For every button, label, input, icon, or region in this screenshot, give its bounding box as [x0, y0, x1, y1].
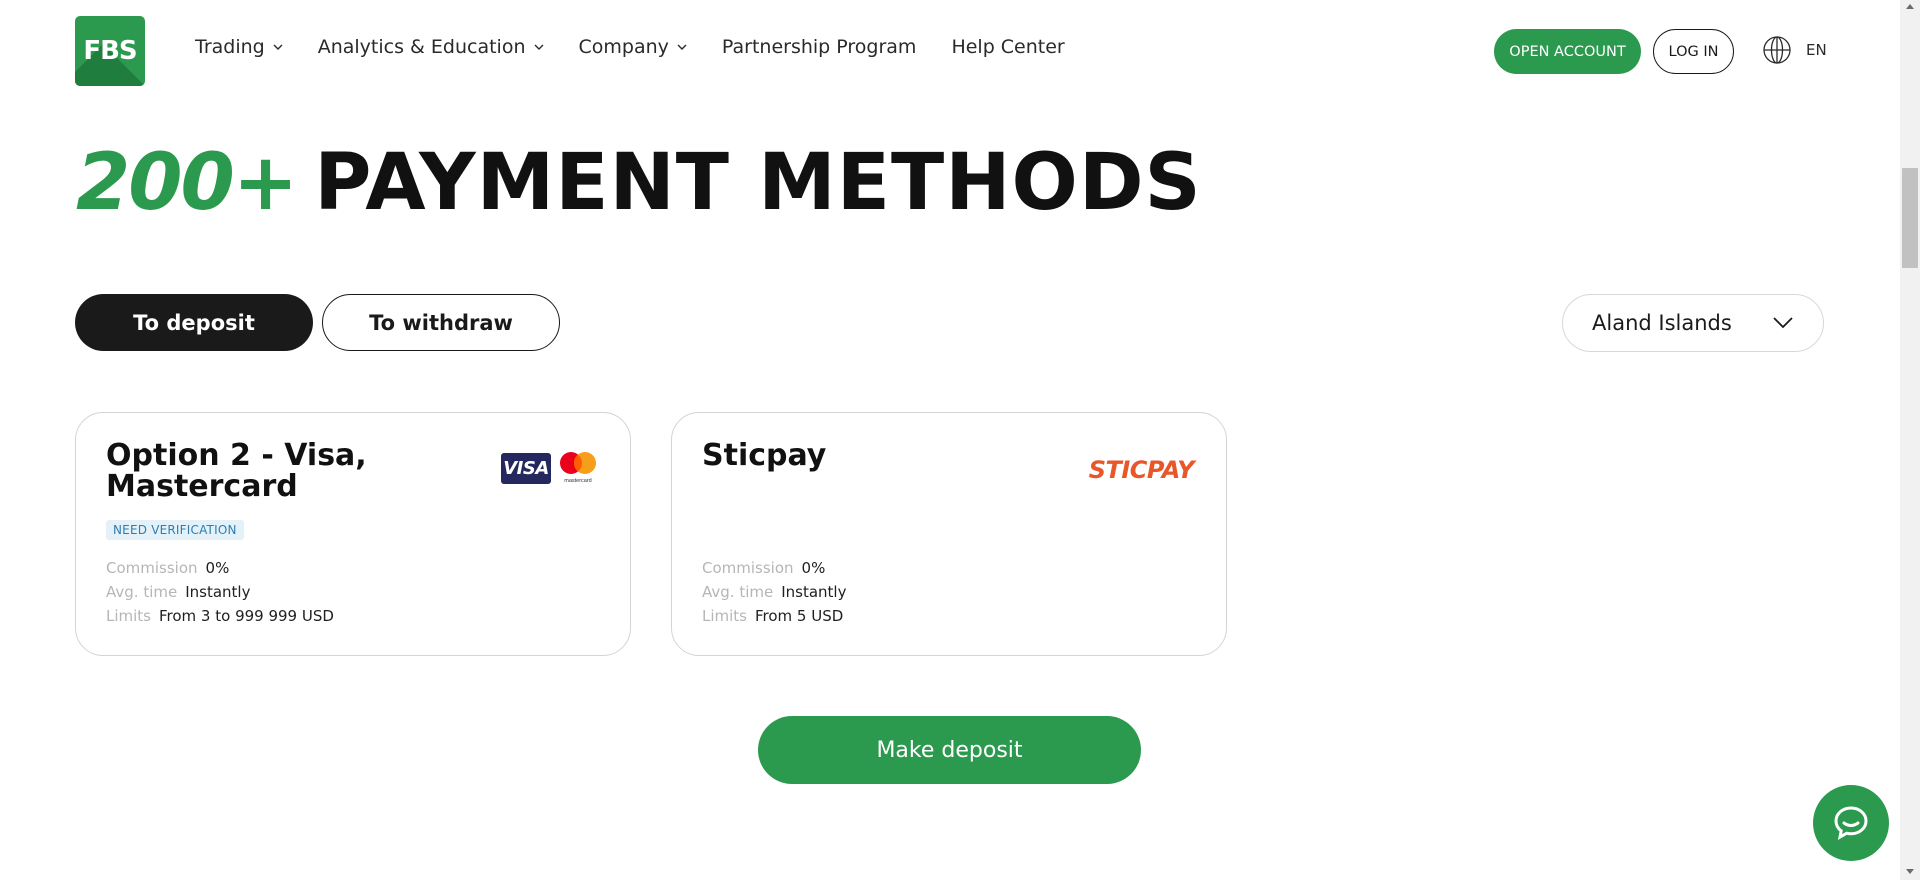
limits-label: Limits [702, 607, 747, 625]
commission-row: Commission 0% [702, 556, 846, 580]
nav-item-company[interactable]: Company [579, 36, 687, 58]
title-accent: 200+ [76, 138, 298, 228]
limits-label: Limits [106, 607, 151, 625]
nav-item-label: Help Center [951, 36, 1065, 58]
nav-item-label: Company [578, 36, 669, 58]
chevron-down-icon [273, 44, 283, 50]
limits-value: From 3 to 999 999 USD [159, 607, 334, 625]
page-title: 200+ PAYMENT METHODS [76, 144, 1202, 222]
nav-item-trading[interactable]: Trading [195, 36, 283, 58]
title-main: PAYMENT METHODS [314, 138, 1202, 228]
avg-time-value: Instantly [781, 583, 847, 601]
limits-row: Limits From 5 USD [702, 604, 846, 628]
country-select[interactable]: Aland Islands [1562, 294, 1824, 352]
commission-row: Commission 0% [106, 556, 334, 580]
payment-method-card[interactable]: Option 2 - Visa, Mastercard VISA masterc… [75, 412, 631, 656]
open-account-button[interactable]: OPEN ACCOUNT [1494, 29, 1641, 74]
scrollbar-thumb[interactable] [1902, 168, 1918, 268]
nav-item-analytics-education[interactable]: Analytics & Education [318, 36, 544, 58]
chevron-down-icon [677, 44, 687, 50]
avg-time-label: Avg. time [106, 583, 178, 601]
limits-value: From 5 USD [755, 607, 844, 625]
language-selector[interactable]: EN [1806, 41, 1827, 59]
mastercard-logo: mastercard [560, 452, 596, 484]
site-header: FBS Trading Analytics & Education Compan… [0, 0, 1900, 100]
visa-logo: VISA [501, 453, 551, 484]
avg-time-row: Avg. time Instantly [106, 580, 334, 604]
commission-value: 0% [801, 559, 826, 577]
make-deposit-button[interactable]: Make deposit [758, 716, 1141, 784]
tab-to-deposit[interactable]: To deposit [75, 294, 313, 351]
payment-method-name: Option 2 - Visa, Mastercard [106, 438, 367, 504]
payment-method-details: Commission 0% Avg. time Instantly Limits Fr… [106, 556, 334, 628]
tab-to-withdraw[interactable]: To withdraw [322, 294, 560, 351]
avg-time-label: Avg. time [702, 583, 774, 601]
payment-method-card[interactable]: Sticpay STICPAY Commission 0% Avg. time In… [671, 412, 1227, 656]
chat-bubble-icon [1834, 806, 1868, 840]
page-scrollbar[interactable] [1900, 0, 1920, 880]
payment-method-name: Sticpay [702, 438, 827, 473]
commission-value: 0% [205, 559, 230, 577]
sticpay-logo: STICPAY [1088, 456, 1195, 484]
country-select-value: Aland Islands [1592, 311, 1732, 335]
globe-icon[interactable] [1762, 35, 1792, 65]
avg-time-value: Instantly [185, 583, 251, 601]
chat-button[interactable] [1813, 785, 1889, 861]
main-nav: Trading Analytics & Education Company Pa… [195, 36, 1100, 58]
scroll-up-arrow-icon[interactable] [1906, 4, 1914, 9]
nav-item-label: Partnership Program [721, 36, 917, 58]
login-button[interactable]: LOG IN [1653, 29, 1734, 74]
avg-time-row: Avg. time Instantly [702, 580, 846, 604]
limits-row: Limits From 3 to 999 999 USD [106, 604, 334, 628]
logo-text: FBS [83, 36, 137, 66]
chevron-down-icon [1773, 317, 1793, 329]
payment-method-details: Commission 0% Avg. time Instantly Limits Fr… [702, 556, 846, 628]
mastercard-wordmark: mastercard [564, 478, 592, 484]
chevron-down-icon [534, 44, 543, 50]
nav-item-partnership-program[interactable]: Partnership Program [722, 36, 917, 58]
nav-item-label: Analytics & Education [317, 36, 526, 58]
commission-label: Commission [702, 559, 794, 577]
need-verification-badge: NEED VERIFICATION [106, 520, 244, 540]
commission-label: Commission [106, 559, 198, 577]
fbs-logo[interactable]: FBS [75, 16, 145, 86]
nav-item-label: Trading [195, 36, 265, 58]
nav-item-help-center[interactable]: Help Center [951, 36, 1064, 58]
scroll-down-arrow-icon[interactable] [1906, 869, 1914, 874]
